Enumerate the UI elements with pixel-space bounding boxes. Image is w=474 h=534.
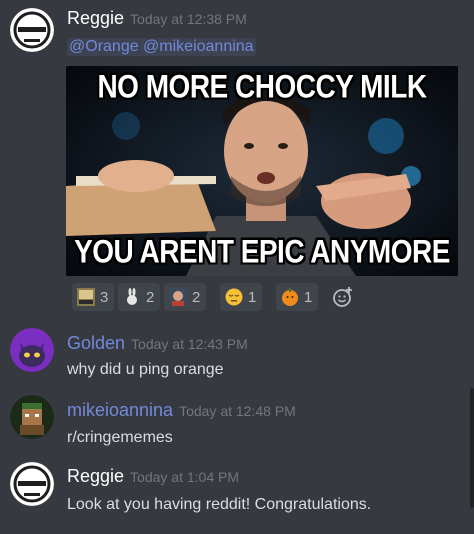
message-text: r/cringememes xyxy=(67,429,173,446)
reaction-count: 3 xyxy=(100,288,109,306)
reaction-orange[interactable]: 1 xyxy=(276,283,319,311)
message-text: Look at you having reddit! Congratulatio… xyxy=(67,496,372,513)
sleepy-face-emoji-icon xyxy=(225,288,243,306)
timestamp: Today at 1:04 PM xyxy=(130,469,239,485)
message-text: why did u ping orange xyxy=(67,361,224,378)
reaction-old-man[interactable]: 2 xyxy=(164,283,207,311)
reaction-count: 2 xyxy=(146,288,155,306)
add-reaction-icon[interactable] xyxy=(332,286,354,308)
reaction-rabbit[interactable]: 2 xyxy=(118,283,161,311)
reaction-count: 1 xyxy=(248,288,257,306)
meme-image[interactable]: NO MORE CHOCCY MILK YOU ARENT EPIC ANYMO… xyxy=(66,66,458,276)
mention-text[interactable]: @Orange @mikeioannina xyxy=(67,38,256,56)
old-man-emote-icon xyxy=(169,288,187,306)
username[interactable]: Golden xyxy=(67,333,125,353)
reaction-count: 2 xyxy=(192,288,201,306)
username[interactable]: mikeioannina xyxy=(67,400,173,420)
message-header: Golden Today at 12:43 PM xyxy=(67,333,248,354)
message-mikeioannina: mikeioannina Today at 12:48 PM r/cringeme… xyxy=(0,390,470,450)
message-header: mikeioannina Today at 12:48 PM xyxy=(67,400,296,421)
reaction-count: 1 xyxy=(304,288,313,306)
message-header: Reggie Today at 1:04 PM xyxy=(67,466,239,487)
reaction-fortnite[interactable]: 3 xyxy=(72,283,115,311)
orange-face-emote-icon xyxy=(282,288,298,306)
avatar-golden[interactable] xyxy=(10,328,54,372)
timestamp: Today at 12:38 PM xyxy=(130,11,247,27)
message-golden: Golden Today at 12:43 PM why did u ping o… xyxy=(0,325,470,385)
message-reggie-1: Reggie Today at 12:38 PM @Orange @mikeioa… xyxy=(0,0,470,320)
message-reggie-2: Reggie Today at 1:04 PM Look at you havin… xyxy=(0,458,470,528)
username[interactable]: Reggie xyxy=(67,8,124,28)
scrollbar[interactable] xyxy=(470,388,474,508)
meme-top-text: NO MORE CHOCCY MILK xyxy=(97,68,427,105)
avatar-reggie[interactable] xyxy=(10,8,54,52)
rabbit-emote-icon xyxy=(127,288,137,305)
meme-bottom-text: YOU ARENT EPIC ANYMORE xyxy=(74,233,450,270)
fortnite-emote-icon xyxy=(77,288,95,306)
timestamp: Today at 12:48 PM xyxy=(179,403,296,419)
reaction-sleepy[interactable]: 1 xyxy=(220,283,263,311)
avatar-reggie[interactable] xyxy=(10,462,54,506)
message-header: Reggie Today at 12:38 PM xyxy=(67,8,247,29)
avatar-mikeioannina[interactable] xyxy=(10,395,54,439)
username[interactable]: Reggie xyxy=(67,466,124,486)
timestamp: Today at 12:43 PM xyxy=(131,336,248,352)
